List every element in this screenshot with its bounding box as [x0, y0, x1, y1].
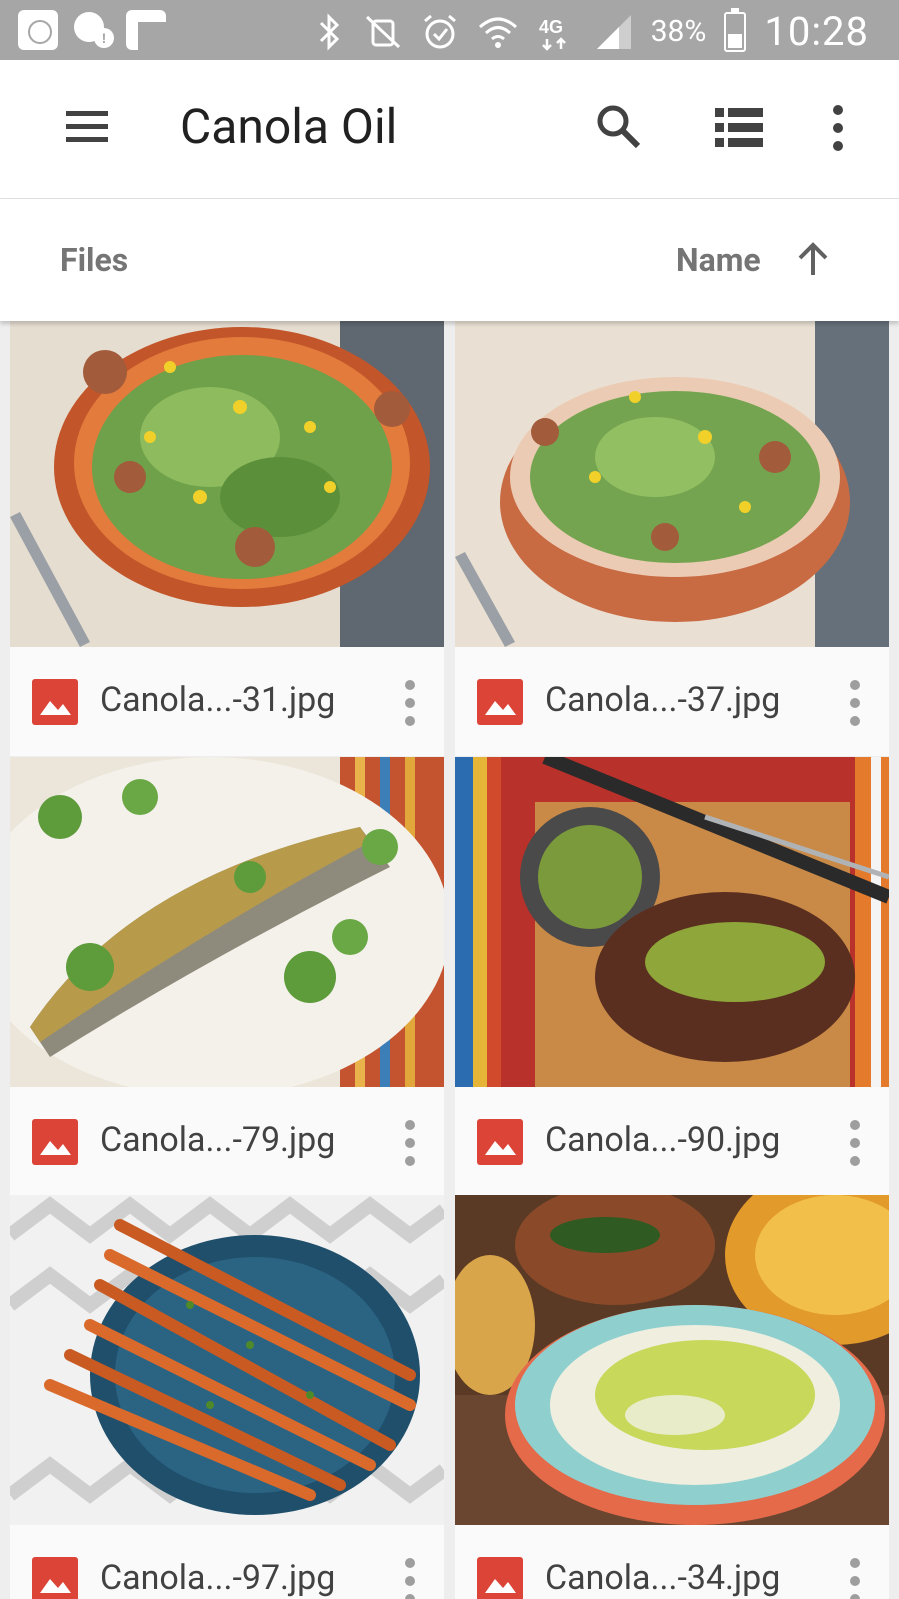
file-card-footer: Canola...-34.jpg	[455, 1525, 889, 1599]
bluetooth-icon	[319, 12, 339, 51]
files-section-label: Files	[60, 241, 129, 279]
more-vert-icon[interactable]	[847, 1557, 863, 1599]
file-name: Canola...-90.jpg	[545, 1120, 781, 1160]
file-name: Canola...-97.jpg	[100, 1558, 336, 1598]
image-file-icon	[32, 1119, 78, 1165]
image-thumbnail[interactable]	[10, 1195, 444, 1525]
image-file-icon	[477, 1557, 523, 1599]
app-toolbar: Canola Oil	[0, 60, 899, 199]
alarm-icon	[423, 14, 456, 48]
flipboard-icon	[126, 10, 166, 50]
image-thumbnail[interactable]	[455, 1195, 889, 1525]
image-thumbnail[interactable]	[10, 321, 444, 647]
image-thumbnail[interactable]	[455, 321, 889, 647]
more-vert-icon[interactable]	[402, 679, 418, 727]
list-view-icon[interactable]	[715, 108, 763, 148]
status-bar: 4G 38% 10:28	[0, 0, 899, 60]
more-vert-icon[interactable]	[402, 1557, 418, 1599]
file-name: Canola...-79.jpg	[100, 1120, 336, 1160]
file-card[interactable]: Canola...-79.jpg	[10, 757, 444, 1196]
battery-percent: 38%	[650, 14, 707, 49]
sort-header: Files Name	[0, 199, 899, 321]
menu-icon[interactable]	[62, 107, 112, 147]
clock: 10:28	[764, 8, 869, 55]
battery-icon	[724, 7, 747, 52]
file-card-footer: Canola...-90.jpg	[455, 1087, 889, 1196]
image-file-icon	[32, 679, 78, 725]
file-grid: Canola...-31.jpg Canola...-37.jpg Canola…	[0, 321, 899, 1599]
folder-title: Canola Oil	[180, 98, 398, 155]
image-file-icon	[477, 1119, 523, 1165]
network-4g-icon: 4G	[539, 17, 566, 51]
file-name: Canola...-31.jpg	[100, 680, 336, 720]
image-file-icon	[32, 1557, 78, 1599]
sort-by-name-button[interactable]: Name	[676, 241, 761, 279]
file-card[interactable]: Canola...-31.jpg	[10, 321, 444, 756]
search-icon[interactable]	[594, 102, 642, 150]
file-card[interactable]: Canola...-97.jpg	[10, 1195, 444, 1599]
file-card-footer: Canola...-31.jpg	[10, 647, 444, 756]
app-notification-icon	[18, 10, 58, 50]
vibrate-mute-icon	[365, 15, 400, 48]
more-vert-icon[interactable]	[402, 1119, 418, 1167]
file-card[interactable]: Canola...-37.jpg	[455, 321, 889, 756]
signal-icon	[596, 14, 631, 49]
settings-alert-icon	[72, 10, 114, 50]
more-vert-icon[interactable]	[847, 679, 863, 727]
arrow-up-icon[interactable]	[795, 241, 831, 277]
file-card-footer: Canola...-37.jpg	[455, 647, 889, 756]
file-card-footer: Canola...-79.jpg	[10, 1087, 444, 1196]
svg-text:4G: 4G	[539, 17, 563, 37]
file-name: Canola...-34.jpg	[545, 1558, 781, 1598]
wifi-icon	[478, 17, 517, 48]
file-card[interactable]: Canola...-90.jpg	[455, 757, 889, 1196]
image-thumbnail[interactable]	[10, 757, 444, 1087]
image-thumbnail[interactable]	[455, 757, 889, 1087]
file-card-footer: Canola...-97.jpg	[10, 1525, 444, 1599]
more-vert-icon[interactable]	[847, 1119, 863, 1167]
file-name: Canola...-37.jpg	[545, 680, 781, 720]
image-file-icon	[477, 679, 523, 725]
file-card[interactable]: Canola...-34.jpg	[455, 1195, 889, 1599]
more-vert-icon[interactable]	[828, 104, 848, 152]
